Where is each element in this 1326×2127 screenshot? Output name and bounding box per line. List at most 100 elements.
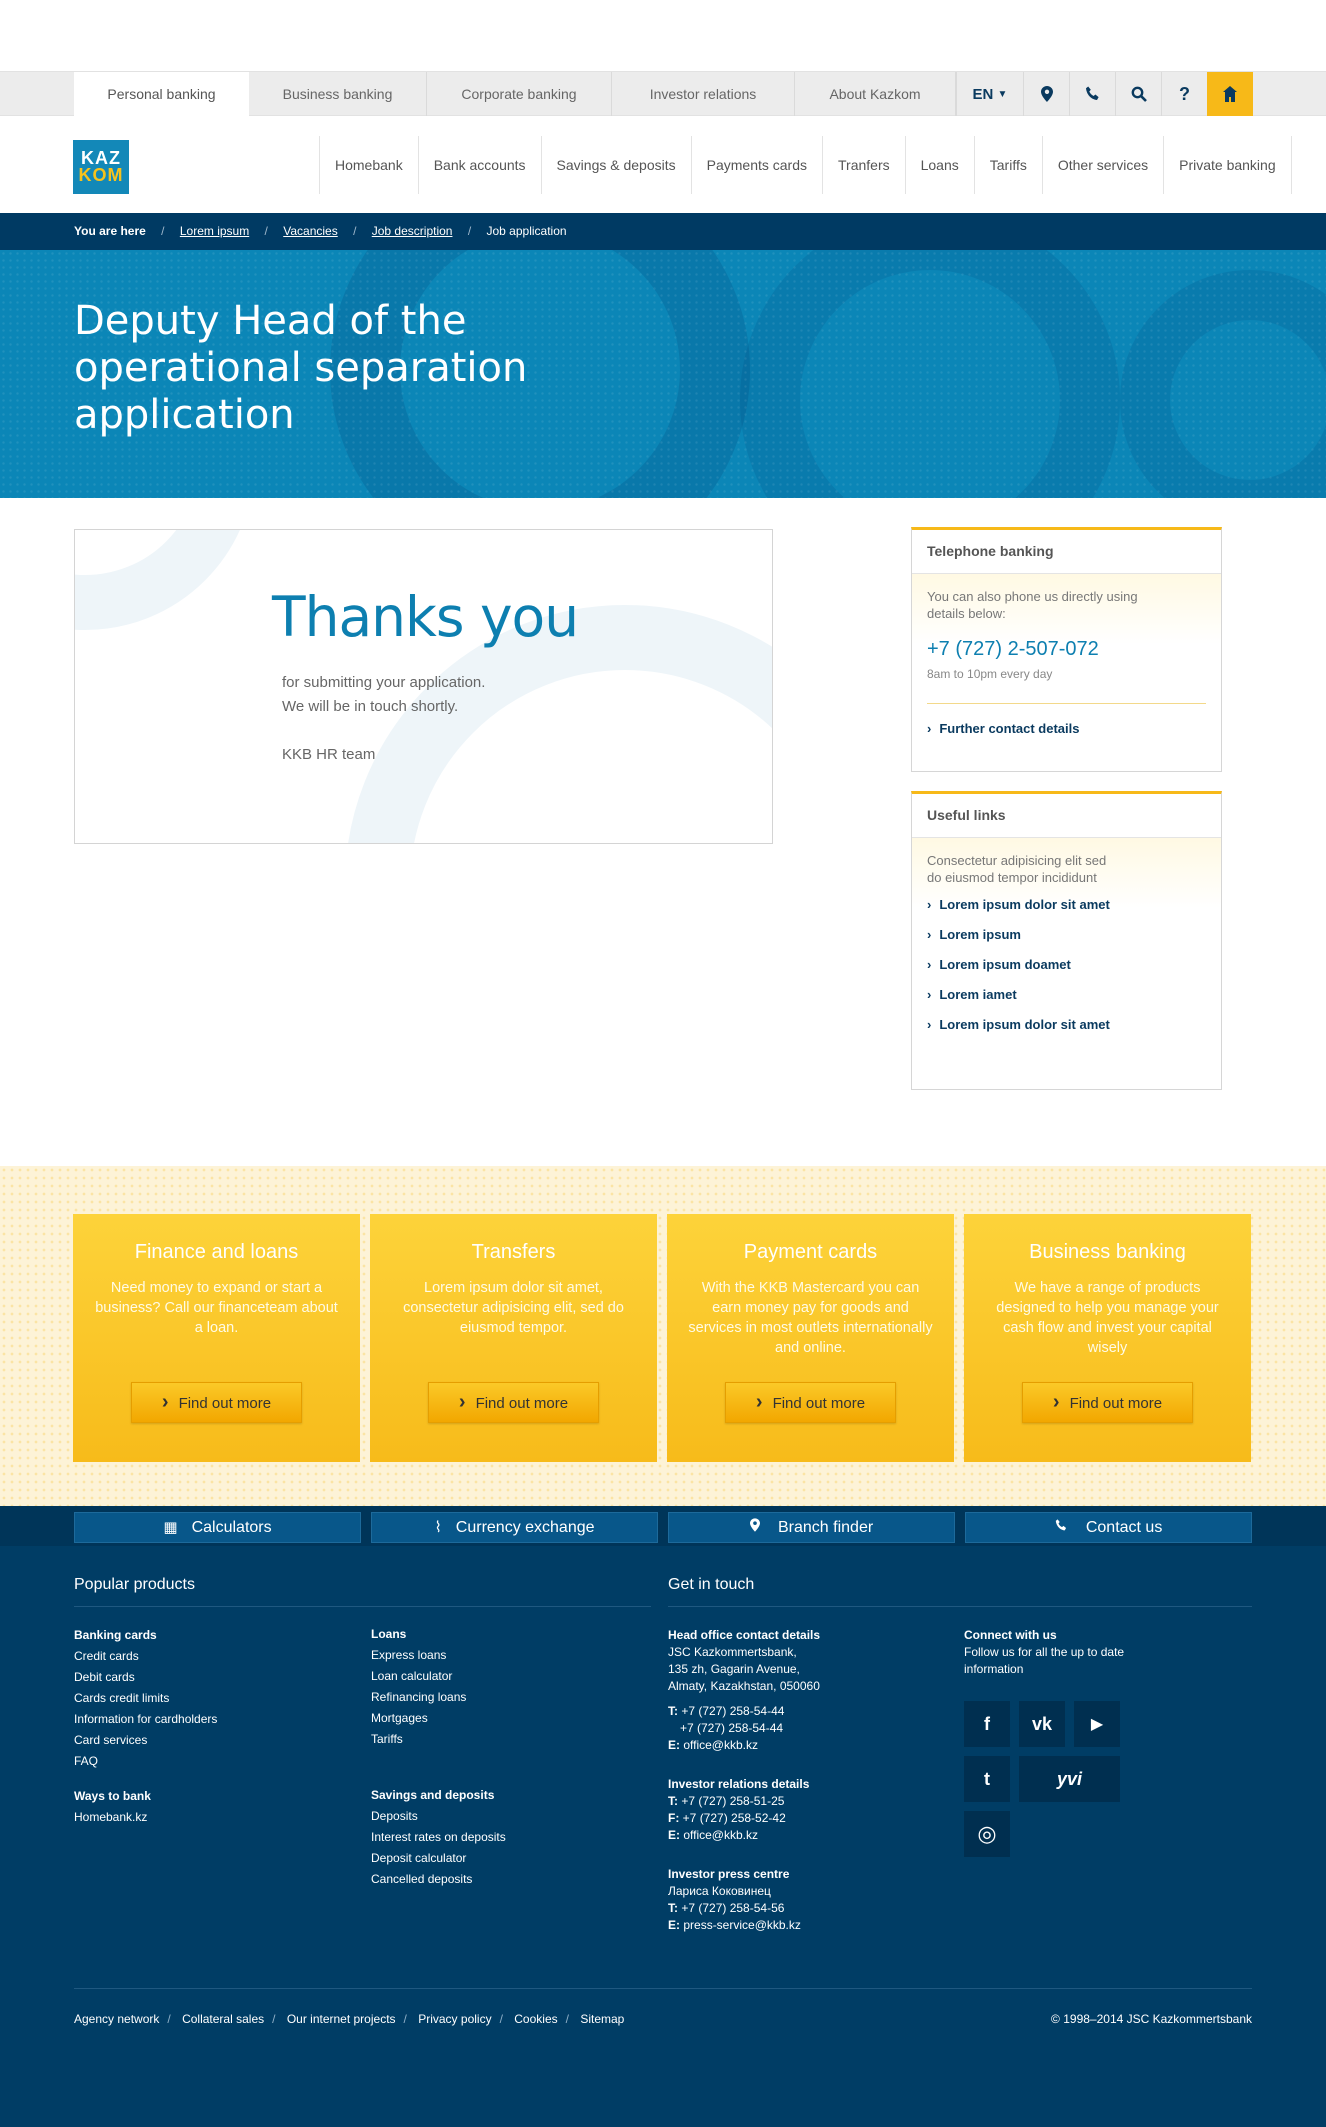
useful-link[interactable]: Lorem iamet — [927, 980, 1206, 1010]
cookies-link[interactable]: Cookies — [514, 2012, 557, 2026]
language-selector[interactable]: EN ▼ — [956, 72, 1023, 116]
find-out-more-button[interactable]: Find out more — [1022, 1382, 1193, 1423]
useful-link[interactable]: Lorem ipsum doamet — [927, 950, 1206, 980]
tab-corporate-banking[interactable]: Corporate banking — [427, 72, 612, 116]
phone-line: T: +7 (727) 258-54-44 — [668, 1703, 820, 1720]
footer-link[interactable]: Express loans — [371, 1645, 506, 1666]
privacy-policy-link[interactable]: Privacy policy — [418, 2012, 491, 2026]
find-out-more-button[interactable]: Find out more — [428, 1382, 599, 1423]
phone-line: T: +7 (727) 258-54-56 — [668, 1900, 801, 1917]
breadcrumb-vacancies[interactable]: Vacancies — [283, 224, 337, 238]
youtube-icon[interactable]: ▶ — [1074, 1701, 1120, 1747]
email-link[interactable]: office@kkb.kz — [683, 1738, 758, 1752]
phone-label: T: — [668, 1704, 678, 1718]
footer-link[interactable]: Deposit calculator — [371, 1848, 506, 1869]
contact-us-button[interactable]: Contact us — [965, 1512, 1252, 1543]
footer-link[interactable]: Cancelled deposits — [371, 1869, 506, 1890]
footer-link[interactable]: Homebank.kz — [74, 1807, 217, 1828]
footer-link[interactable]: Credit cards — [74, 1646, 217, 1667]
vk-icon[interactable]: vk — [1019, 1701, 1065, 1747]
footer-link[interactable]: FAQ — [74, 1751, 217, 1772]
press-centre-details: Investor press centre Лариса Коковинец T… — [668, 1866, 801, 1934]
footer-link[interactable]: Deposits — [371, 1806, 506, 1827]
collateral-sales-link[interactable]: Collateral sales — [182, 2012, 264, 2026]
telephone-number[interactable]: +7 (727) 2-507-072 — [927, 638, 1206, 661]
phone-value[interactable]: +7 (727) 258-54-56 — [681, 1901, 784, 1915]
phone-value[interactable]: +7 (727) 258-51-25 — [681, 1794, 784, 1808]
help-icon[interactable]: ? — [1161, 72, 1207, 116]
useful-links-widget: Useful links Consectetur adipisicing eli… — [911, 791, 1222, 1090]
phone-value[interactable]: +7 (727) 258-54-44 — [681, 1704, 784, 1718]
footer-group-title: Savings and deposits — [371, 1788, 495, 1802]
popular-products-heading: Popular products — [74, 1576, 195, 1593]
useful-link[interactable]: Lorem ipsum dolor sit amet — [927, 890, 1206, 920]
promo-title: Transfers — [471, 1241, 556, 1263]
address-line: Almaty, Kazakhstan, 050060 — [668, 1679, 820, 1693]
footer-link[interactable]: Cards credit limits — [74, 1688, 217, 1709]
home-icon[interactable] — [1207, 72, 1253, 116]
footer-link[interactable]: Tariffs — [371, 1729, 506, 1750]
nav-savings-deposits[interactable]: Savings & deposits — [542, 136, 692, 194]
link-separator: / — [403, 2012, 407, 2026]
twitter-icon[interactable]: t — [964, 1756, 1010, 1802]
footer-link[interactable]: Information for cardholders — [74, 1709, 217, 1730]
nav-private-banking[interactable]: Private banking — [1164, 136, 1292, 194]
footer-link[interactable]: Refinancing loans — [371, 1687, 506, 1708]
useful-link[interactable]: Lorem ipsum — [927, 920, 1206, 950]
footer-quick-bar: ▦ Calculators ⌇ Currency exchange Branch f… — [0, 1506, 1326, 1546]
footer-bottom-links: Agency network / Collateral sales / Our in… — [74, 2012, 624, 2026]
breadcrumb-lorem-ipsum[interactable]: Lorem ipsum — [180, 224, 249, 238]
nav-loans[interactable]: Loans — [906, 136, 975, 194]
email-link[interactable]: office@kkb.kz — [683, 1828, 758, 1842]
location-icon[interactable] — [1023, 72, 1069, 116]
calculators-button[interactable]: ▦ Calculators — [74, 1512, 361, 1543]
language-label: EN — [972, 85, 994, 103]
banking-cards-column: Banking cards Credit cards Debit cards C… — [74, 1625, 217, 1828]
breadcrumb-job-description[interactable]: Job description — [372, 224, 453, 238]
tab-personal-banking[interactable]: Personal banking — [74, 72, 249, 117]
email-link[interactable]: press-service@kkb.kz — [683, 1918, 801, 1932]
address-line: JSC Kazkommertsbank, — [668, 1645, 797, 1659]
nav-transfers[interactable]: Tranfers — [823, 136, 906, 194]
footer-link[interactable]: Card services — [74, 1730, 217, 1751]
connect-text: Follow us for all the up to date informa… — [964, 1645, 1125, 1676]
phone-value[interactable]: +7 (727) 258-54-44 — [668, 1720, 820, 1737]
phone-icon[interactable] — [1069, 72, 1115, 116]
phone-icon — [1055, 1519, 1072, 1536]
facebook-icon[interactable]: f — [964, 1701, 1010, 1747]
nav-payments-cards[interactable]: Payments cards — [692, 136, 823, 194]
contact-group-title: Connect with us — [964, 1628, 1057, 1642]
nav-tariffs[interactable]: Tariffs — [975, 136, 1043, 194]
divider — [668, 1606, 1252, 1607]
breadcrumb-separator: / — [161, 224, 165, 238]
further-contact-link[interactable]: Further contact details — [927, 721, 1079, 736]
investor-relations-details: Investor relations details T: +7 (727) 2… — [668, 1776, 809, 1844]
currency-exchange-button[interactable]: ⌇ Currency exchange — [371, 1512, 658, 1543]
find-out-more-button[interactable]: Find out more — [131, 1382, 302, 1423]
tab-investor-relations[interactable]: Investor relations — [612, 72, 795, 116]
find-out-more-button[interactable]: Find out more — [725, 1382, 896, 1423]
button-label: Contact us — [1085, 1519, 1163, 1536]
nav-homebank[interactable]: Homebank — [320, 136, 419, 194]
nav-bank-accounts[interactable]: Bank accounts — [419, 136, 542, 194]
phone-label: T: — [668, 1794, 678, 1808]
yvi-icon[interactable]: yvi — [1019, 1756, 1120, 1802]
tab-business-banking[interactable]: Business banking — [249, 72, 427, 116]
instagram-icon[interactable]: ◎ — [964, 1811, 1010, 1857]
footer-link[interactable]: Loan calculator — [371, 1666, 506, 1687]
agency-network-link[interactable]: Agency network — [74, 2012, 159, 2026]
email-line: E: press-service@kkb.kz — [668, 1917, 801, 1934]
email-line: E: office@kkb.kz — [668, 1827, 809, 1844]
link-separator: / — [272, 2012, 276, 2026]
kazkom-logo[interactable]: KAZ KOM — [73, 140, 129, 194]
search-icon[interactable] — [1115, 72, 1161, 116]
footer-link[interactable]: Interest rates on deposits — [371, 1827, 506, 1848]
tab-about-kazkom[interactable]: About Kazkom — [795, 72, 956, 116]
sitemap-link[interactable]: Sitemap — [580, 2012, 624, 2026]
nav-other-services[interactable]: Other services — [1043, 136, 1165, 194]
branch-finder-button[interactable]: Branch finder — [668, 1512, 955, 1543]
internet-projects-link[interactable]: Our internet projects — [287, 2012, 396, 2026]
footer-link[interactable]: Mortgages — [371, 1708, 506, 1729]
footer-link[interactable]: Debit cards — [74, 1667, 217, 1688]
useful-link[interactable]: Lorem ipsum dolor sit amet — [927, 1010, 1206, 1040]
